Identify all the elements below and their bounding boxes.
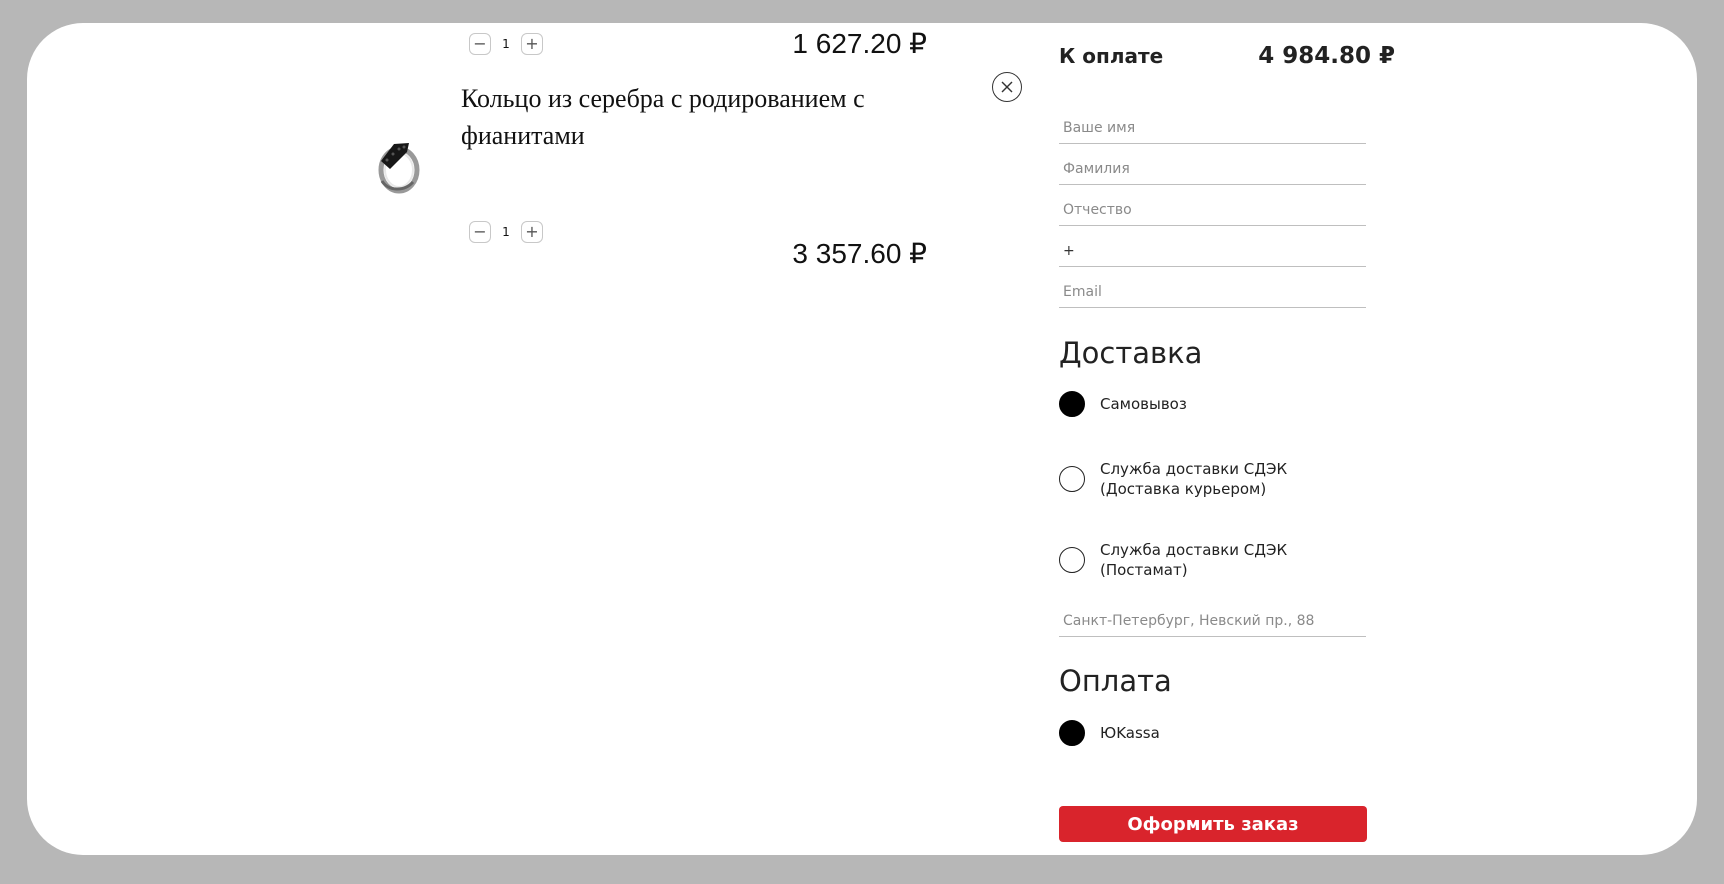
total-label: К оплате bbox=[1059, 44, 1164, 68]
delivery-option-pickup[interactable]: Самовывоз bbox=[1059, 391, 1369, 417]
product-title[interactable]: Кольцо из серебра с родированием с фиани… bbox=[461, 80, 931, 154]
delivery-option-label: Служба доставки СДЭК (Постамат) bbox=[1100, 540, 1287, 580]
last-name-field[interactable] bbox=[1059, 153, 1366, 185]
delivery-option-cdek-courier[interactable]: Служба доставки СДЭК (Доставка курьером) bbox=[1059, 459, 1369, 499]
quantity-stepper-item-1[interactable]: − 1 + bbox=[469, 32, 543, 56]
minus-icon: − bbox=[473, 34, 487, 53]
checkout-window: − 1 + 1 627.20 ₽ Кольцо из серебра с род… bbox=[27, 23, 1697, 855]
delivery-option-cdek-postamat[interactable]: Служба доставки СДЭК (Постамат) bbox=[1059, 540, 1369, 580]
submit-order-button[interactable]: Оформить заказ bbox=[1059, 806, 1367, 842]
radio-unchecked-icon[interactable] bbox=[1059, 466, 1085, 492]
quantity-value-item-1: 1 bbox=[502, 37, 510, 51]
quantity-stepper-item-2[interactable]: − 1 + bbox=[469, 220, 543, 244]
delivery-option-label: Служба доставки СДЭК (Доставка курьером) bbox=[1100, 459, 1287, 499]
delivery-option-label: Самовывоз bbox=[1100, 395, 1187, 413]
payment-option-label: ЮKassa bbox=[1100, 724, 1160, 742]
delivery-option-line-1: Служба доставки СДЭК bbox=[1100, 460, 1288, 478]
patronymic-field[interactable] bbox=[1059, 194, 1366, 226]
price-item-1: 1 627.20 ₽ bbox=[792, 28, 927, 59]
plus-icon: + bbox=[525, 34, 539, 53]
close-icon bbox=[1001, 81, 1013, 93]
first-name-field[interactable] bbox=[1059, 112, 1366, 144]
minus-icon: − bbox=[473, 222, 487, 241]
radio-unchecked-icon[interactable] bbox=[1059, 547, 1085, 573]
email-field[interactable] bbox=[1059, 276, 1366, 308]
price-item-2: 3 357.60 ₽ bbox=[792, 238, 927, 269]
plus-icon: + bbox=[525, 222, 539, 241]
delivery-title: Доставка bbox=[1059, 336, 1203, 370]
ring-image bbox=[378, 143, 420, 194]
delivery-option-line-2: (Постамат) bbox=[1100, 561, 1188, 579]
payment-option-yookassa[interactable]: ЮKassa bbox=[1059, 720, 1369, 746]
delivery-option-line-1: Служба доставки СДЭК bbox=[1100, 541, 1288, 559]
remove-item-button[interactable] bbox=[992, 72, 1022, 102]
plus-button-item-2[interactable]: + bbox=[521, 221, 543, 243]
plus-button-item-1[interactable]: + bbox=[521, 33, 543, 55]
quantity-value-item-2: 1 bbox=[502, 225, 510, 239]
radio-checked-icon[interactable] bbox=[1059, 720, 1085, 746]
phone-field[interactable] bbox=[1059, 235, 1366, 267]
delivery-option-line-2: (Доставка курьером) bbox=[1100, 480, 1267, 498]
address-field[interactable] bbox=[1059, 605, 1366, 637]
total-value: 4 984.80 ₽ bbox=[1258, 43, 1395, 69]
minus-button-item-1[interactable]: − bbox=[469, 33, 491, 55]
radio-checked-icon[interactable] bbox=[1059, 391, 1085, 417]
minus-button-item-2[interactable]: − bbox=[469, 221, 491, 243]
payment-title: Оплата bbox=[1059, 664, 1172, 698]
